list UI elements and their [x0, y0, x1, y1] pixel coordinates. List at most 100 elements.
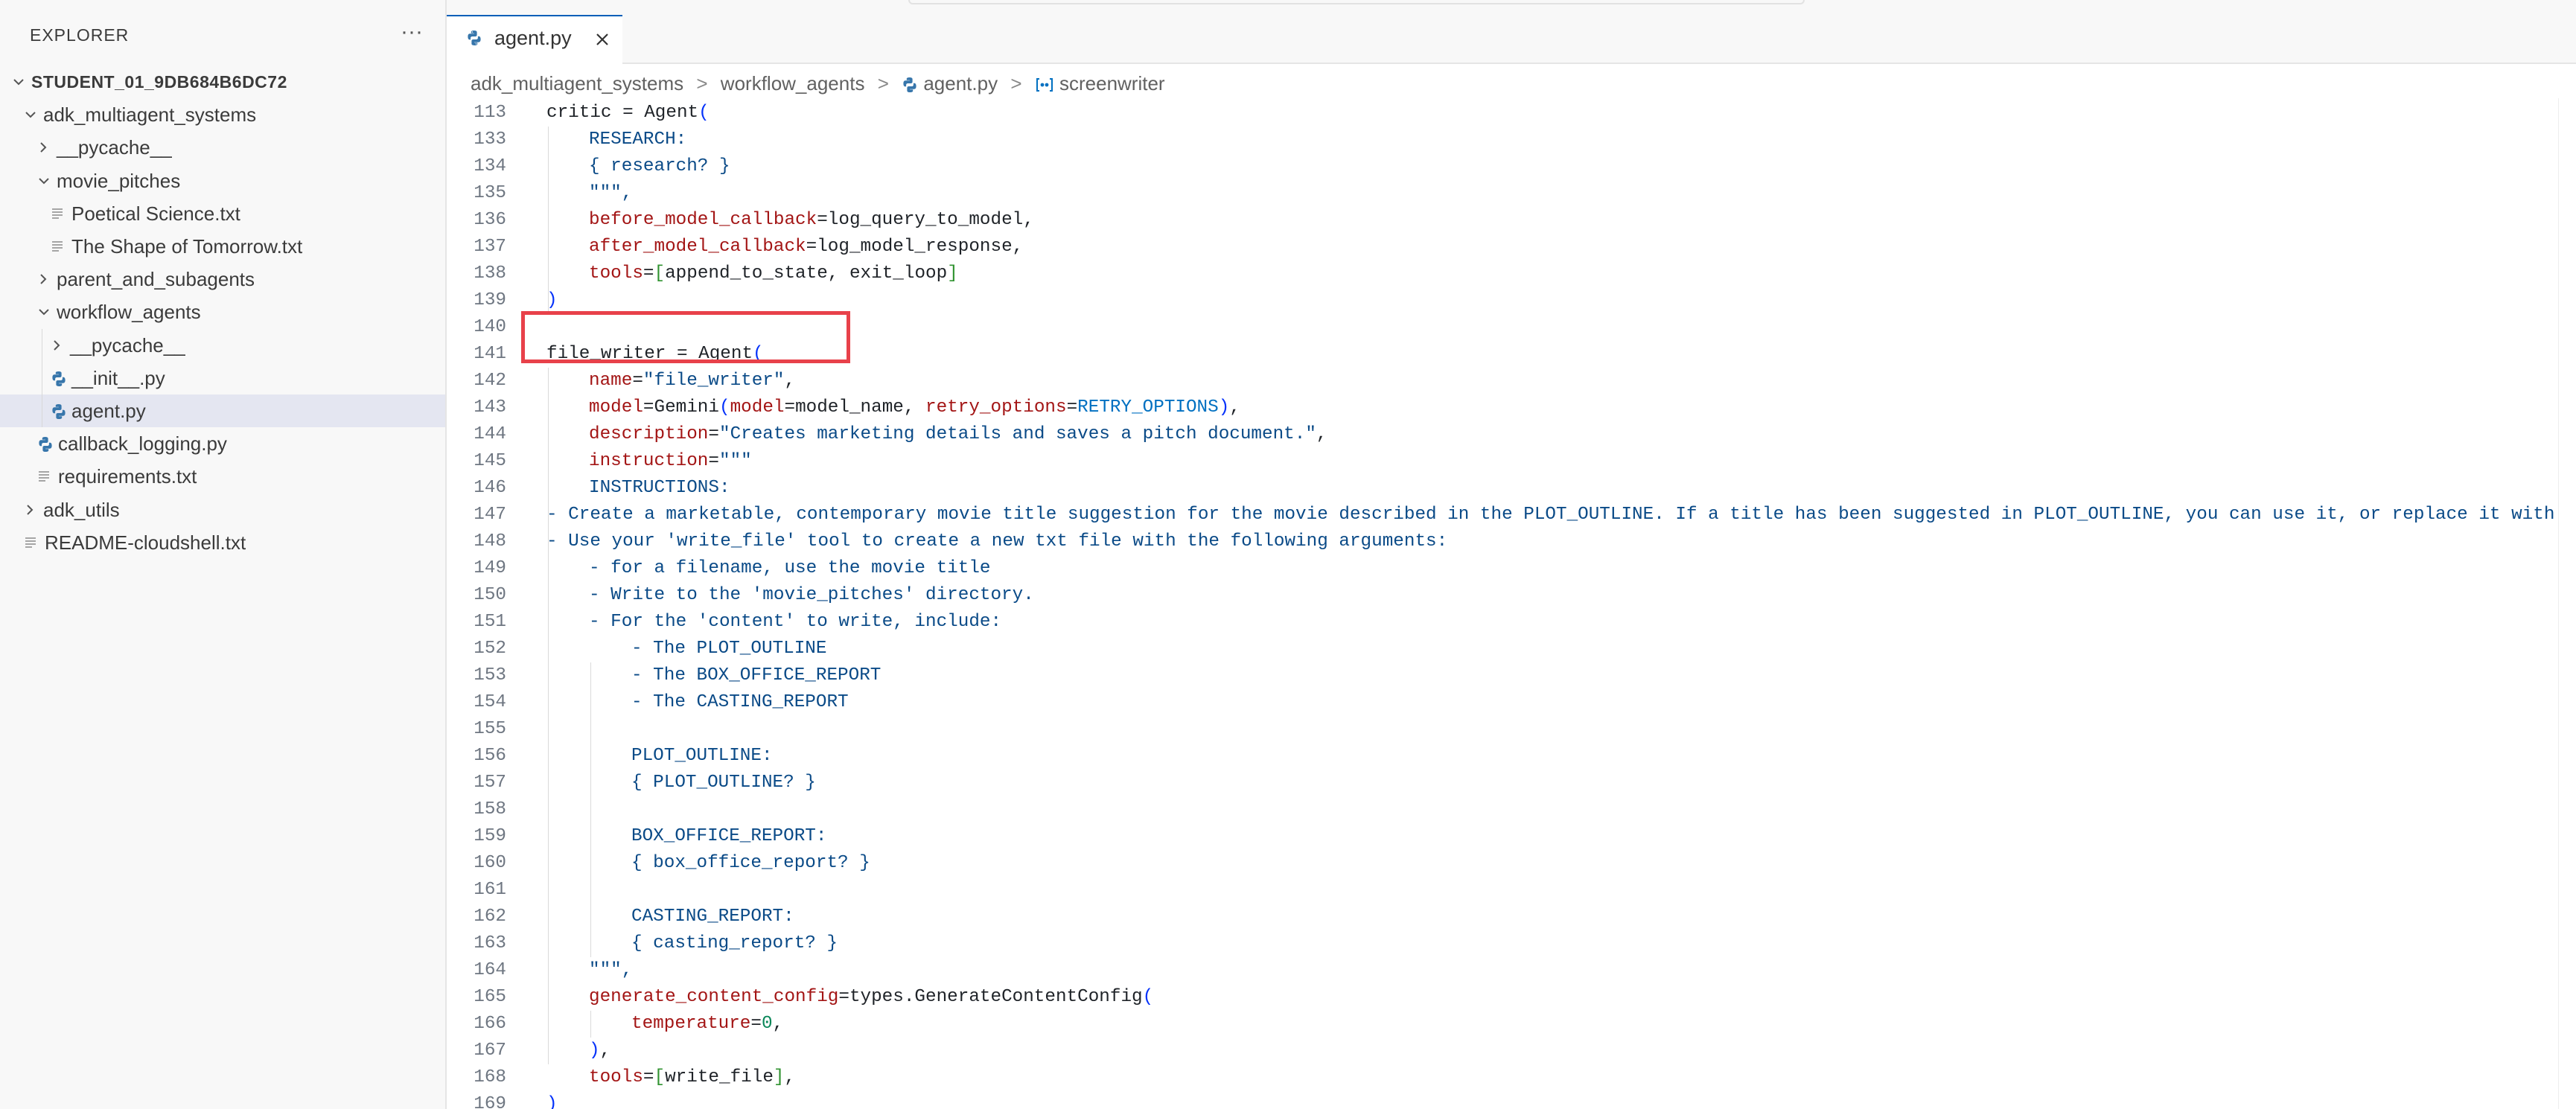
tree-file[interactable]: The Shape of Tomorrow.txt [0, 230, 445, 263]
tree-file[interactable]: README-cloudshell.txt [0, 526, 445, 559]
code-text: { research? } [589, 153, 730, 180]
code-line[interactable]: 156 PLOT_OUTLINE: [447, 743, 2576, 770]
code-line[interactable]: 139) [447, 287, 2576, 314]
code-line[interactable]: 162 CASTING_REPORT: [447, 904, 2576, 930]
code-line[interactable]: 136 before_model_callback=log_query_to_mo… [447, 207, 2576, 234]
chevron-right-icon[interactable] [49, 329, 67, 362]
code-line[interactable]: 113 critic = Agent( [447, 100, 2576, 127]
code-text: ), [589, 1038, 610, 1064]
code-line[interactable]: 158 [447, 796, 2576, 823]
code-editor[interactable]: 113 critic = Agent(133 RESEARCH: 134{ resea… [447, 98, 2576, 1109]
line-number: 162 [474, 907, 506, 927]
code-line[interactable]: 151 - For the 'content' to write, include… [447, 609, 2576, 636]
code-text: { casting_report? } [631, 930, 838, 957]
code-line[interactable]: 146 INSTRUCTIONS: [447, 475, 2576, 502]
code-text: INSTRUCTIONS: [589, 475, 730, 502]
code-line[interactable]: 160 { box_office_report? } [447, 850, 2576, 877]
code-token: = [708, 424, 719, 444]
python-file-icon [902, 72, 923, 95]
code-line[interactable]: 135 """, [447, 180, 2576, 207]
tree-folder[interactable]: movie_pitches [0, 164, 445, 197]
code-line[interactable]: 168 tools=[write_file], [447, 1064, 2576, 1091]
chevron-right-icon[interactable] [36, 263, 54, 295]
breadcrumb-item-file[interactable]: agent.py [923, 72, 998, 95]
tree-item-label: requirements.txt [58, 465, 197, 488]
tree-folder[interactable]: STUDENT_01_9DB684B6DC72 [0, 65, 445, 98]
code-line[interactable]: 169) [447, 1091, 2576, 1109]
code-line[interactable]: 150 - Write to the 'movie_pitches' direct… [447, 582, 2576, 609]
chevron-down-icon[interactable] [36, 164, 54, 197]
code-line[interactable]: 145 instruction=""" [447, 448, 2576, 475]
ellipsis-icon[interactable]: ··· [401, 21, 423, 43]
code-line[interactable]: 166 temperature=0, [447, 1011, 2576, 1038]
code-line[interactable]: 138 tools=[append_to_state, exit_loop] [447, 261, 2576, 287]
code-text: ) [546, 1091, 558, 1109]
tree-file[interactable]: Poetical Science.txt [0, 197, 445, 230]
breadcrumb-item-folder[interactable]: adk_multiagent_systems [471, 72, 683, 95]
tree-item-label: movie_pitches [57, 169, 181, 192]
tree-item-label: __pycache__ [57, 136, 172, 159]
code-text: name="file_writer", [589, 368, 795, 394]
tree-folder[interactable]: adk_multiagent_systems [0, 98, 445, 131]
code-line[interactable]: 153 - The BOX_OFFICE_REPORT [447, 662, 2576, 689]
tree-folder[interactable]: __pycache__ [0, 329, 445, 362]
tab-agent-py[interactable]: agent.py [447, 15, 622, 64]
tree-file[interactable]: requirements.txt [0, 460, 445, 493]
tree-file[interactable]: callback_logging.py [0, 427, 445, 460]
code-line[interactable]: 164 """, [447, 957, 2576, 984]
chevron-right-icon[interactable] [22, 493, 40, 526]
code-line[interactable]: 140 [447, 314, 2576, 341]
indent-guide [590, 1011, 591, 1038]
tree-folder[interactable]: workflow_agents [0, 295, 445, 328]
code-token: ) [546, 1094, 558, 1109]
code-token: - For the 'content' to write, include: [589, 612, 1002, 632]
code-line[interactable]: 137 after_model_callback=log_model_respon… [447, 234, 2576, 261]
code-line[interactable]: 134 { research? } [447, 153, 2576, 180]
text-file-icon [37, 460, 55, 493]
code-line[interactable]: 147 - Create a marketable, contemporary m… [447, 502, 2576, 528]
code-token: INSTRUCTIONS: [589, 478, 730, 498]
line-number: 161 [474, 880, 506, 900]
code-token: , [599, 1041, 611, 1061]
code-line[interactable]: 144 description="Creates marketing detail… [447, 421, 2576, 448]
chevron-down-icon[interactable] [10, 65, 28, 98]
code-line[interactable]: 133 RESEARCH: [447, 127, 2576, 153]
minimap[interactable] [2558, 98, 2576, 1109]
code-token: = [1066, 397, 1078, 418]
code-line[interactable]: 149 - for a filename, use the movie title [447, 555, 2576, 582]
chevron-down-icon[interactable] [22, 98, 40, 131]
code-token: tools [589, 1067, 643, 1087]
code-token: = [643, 263, 654, 284]
tree-file[interactable]: agent.py [0, 394, 445, 427]
code-token: "Creates marketing details and saves a p… [718, 424, 1316, 444]
code-token: """ [718, 451, 752, 471]
code-line[interactable]: 159 BOX_OFFICE_REPORT: [447, 823, 2576, 850]
chevron-right-icon[interactable] [36, 131, 54, 164]
tree-folder[interactable]: adk_utils [0, 493, 445, 526]
code-line[interactable]: 155 [447, 716, 2576, 743]
breadcrumb-item-symbol[interactable]: screenwriter [1059, 72, 1165, 95]
code-line[interactable]: 143 model=Gemini(model=model_name, retry_… [447, 394, 2576, 421]
code-line[interactable]: 148 - Use your 'write_file' tool to creat… [447, 528, 2576, 555]
tab-label: agent.py [494, 27, 572, 49]
code-line[interactable]: 167), [447, 1038, 2576, 1064]
code-line[interactable]: 154 - The CASTING_REPORT [447, 689, 2576, 716]
line-number: 137 [474, 237, 506, 257]
chevron-down-icon[interactable] [36, 295, 54, 328]
code-line[interactable]: 165 generate_content_config=types.Generat… [447, 984, 2576, 1011]
code-line[interactable]: 161 [447, 877, 2576, 904]
code-token: temperature [631, 1014, 751, 1034]
code-line[interactable]: 141 file_writer = Agent( [447, 341, 2576, 368]
close-icon[interactable] [593, 30, 612, 53]
tree-file[interactable]: __init__.py [0, 362, 445, 394]
code-line[interactable]: 152 - The PLOT_OUTLINE [447, 636, 2576, 662]
explorer-sidebar: EXPLORER ··· STUDENT_01_9DB684B6DC72 adk_… [0, 0, 447, 1109]
code-token: "file_writer" [643, 371, 785, 391]
breadcrumb-item-subfolder[interactable]: workflow_agents [721, 72, 865, 95]
tree-folder[interactable]: __pycache__ [0, 131, 445, 164]
code-line[interactable]: 142 name="file_writer", [447, 368, 2576, 394]
code-line[interactable]: 163 { casting_report? } [447, 930, 2576, 957]
command-center[interactable] [908, 0, 1805, 4]
code-line[interactable]: 157 { PLOT_OUTLINE? } [447, 770, 2576, 796]
tree-folder[interactable]: parent_and_subagents [0, 263, 445, 295]
